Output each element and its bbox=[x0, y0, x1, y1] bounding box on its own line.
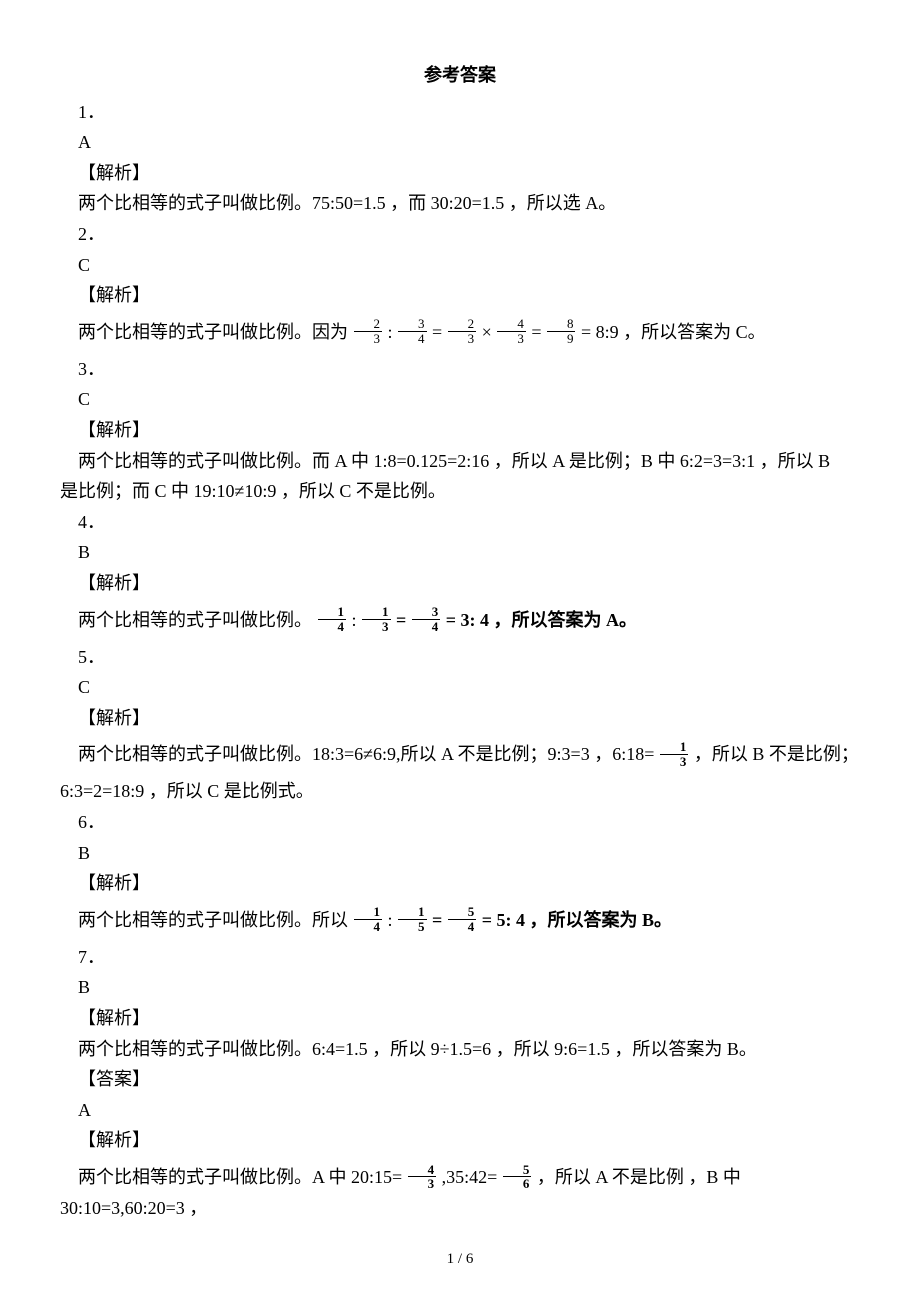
q8-explanation: 两个比相等的式子叫做比例。A 中 20:15= 43 ,35:42= 56 ，所… bbox=[60, 1162, 860, 1224]
fraction: 13 bbox=[362, 605, 391, 633]
q4-text-a: 两个比相等的式子叫做比例。 bbox=[78, 610, 312, 630]
q2-answer: C bbox=[60, 250, 860, 281]
q5-label: 【解析】 bbox=[60, 703, 860, 734]
colon: : bbox=[352, 610, 357, 630]
q6-number: 6． bbox=[60, 807, 860, 838]
fraction: 43 bbox=[408, 1163, 437, 1191]
equals: = bbox=[432, 322, 442, 342]
q1-answer: A bbox=[60, 127, 860, 158]
colon: : bbox=[388, 322, 393, 342]
page: 参考答案 1． A 【解析】 两个比相等的式子叫做比例。75:50=1.5 ，而… bbox=[0, 0, 920, 1302]
q6-explanation: 两个比相等的式子叫做比例。所以 14 : 15 = 54 = 5: 4 ，所以答… bbox=[60, 905, 860, 936]
q6-answer: B bbox=[60, 838, 860, 869]
q8-label: 【解析】 bbox=[60, 1125, 860, 1156]
q5-text-a: 两个比相等的式子叫做比例。18:3=6≠6:9,所以 A 不是比例；9:3=3 … bbox=[78, 744, 654, 764]
q4-explanation: 两个比相等的式子叫做比例。 14 : 13 = 34 = 3: 4 ，所以答案为… bbox=[60, 605, 860, 636]
q6-label: 【解析】 bbox=[60, 868, 860, 899]
q3-number: 3． bbox=[60, 354, 860, 385]
q1-explanation: 两个比相等的式子叫做比例。75:50=1.5 ，而 30:20=1.5 ，所以选… bbox=[60, 188, 860, 219]
q2-label: 【解析】 bbox=[60, 280, 860, 311]
q5-explanation-line2: 6:3=2=18:9 ，所以 C 是比例式。 bbox=[60, 776, 860, 807]
q2-number: 2． bbox=[60, 219, 860, 250]
q3-label: 【解析】 bbox=[60, 415, 860, 446]
q7-answer: B bbox=[60, 972, 860, 1003]
q5-number: 5． bbox=[60, 642, 860, 673]
fraction: 89 bbox=[547, 317, 576, 345]
q3-answer: C bbox=[60, 384, 860, 415]
q5-explanation-line1: 两个比相等的式子叫做比例。18:3=6≠6:9,所以 A 不是比例；9:3=3 … bbox=[60, 739, 860, 770]
fraction: 23 bbox=[354, 317, 383, 345]
q4-answer: B bbox=[60, 537, 860, 568]
q7-number: 7． bbox=[60, 942, 860, 973]
q2-text-a: 两个比相等的式子叫做比例。因为 bbox=[78, 322, 348, 342]
q8-text-a: 两个比相等的式子叫做比例。A 中 20:15= bbox=[78, 1167, 402, 1187]
q6-text-a: 两个比相等的式子叫做比例。所以 bbox=[78, 910, 348, 930]
fraction: 56 bbox=[503, 1163, 532, 1191]
q2-explanation: 两个比相等的式子叫做比例。因为 23 : 34 = 23 × 43 = 89 =… bbox=[60, 317, 860, 348]
q3-explanation-line1: 两个比相等的式子叫做比例。而 A 中 1:8=0.125=2:16 ，所以 A … bbox=[60, 446, 860, 477]
equals: = bbox=[396, 610, 411, 630]
q8-answer: A bbox=[60, 1095, 860, 1126]
q4-label: 【解析】 bbox=[60, 568, 860, 599]
q1-label: 【解析】 bbox=[60, 158, 860, 189]
q4-text-b: = 3: 4 ，所以答案为 A。 bbox=[446, 610, 637, 630]
q8-mid: ,35:42= bbox=[442, 1167, 498, 1187]
q3-explanation-line2: 是比例；而 C 中 19:10≠10:9 ，所以 C 不是比例。 bbox=[60, 476, 860, 507]
q6-text-b: = 5: 4 ，所以答案为 B。 bbox=[482, 910, 672, 930]
q5-answer: C bbox=[60, 672, 860, 703]
times: × bbox=[482, 322, 492, 342]
fraction: 34 bbox=[412, 605, 441, 633]
equals: = bbox=[581, 322, 591, 342]
fraction: 43 bbox=[497, 317, 526, 345]
page-number: 1 / 6 bbox=[0, 1247, 920, 1273]
fraction: 13 bbox=[660, 740, 689, 768]
colon: : bbox=[388, 910, 393, 930]
q5-text-b: ，所以 B 不是比例； bbox=[694, 744, 859, 764]
q7-label: 【解析】 bbox=[60, 1003, 860, 1034]
q7-explanation: 两个比相等的式子叫做比例。6:4=1.5 ，所以 9÷1.5=6 ，所以 9:6… bbox=[60, 1034, 860, 1065]
fraction: 34 bbox=[398, 317, 427, 345]
fraction: 54 bbox=[448, 905, 477, 933]
fraction: 15 bbox=[398, 905, 427, 933]
fraction: 14 bbox=[318, 605, 347, 633]
equals: = bbox=[531, 322, 541, 342]
q1-number: 1． bbox=[60, 97, 860, 128]
q8-answer-label: 【答案】 bbox=[60, 1064, 860, 1095]
page-title: 参考答案 bbox=[60, 60, 860, 91]
q2-text-b: 8:9 ，所以答案为 C。 bbox=[596, 322, 766, 342]
fraction: 14 bbox=[354, 905, 383, 933]
fraction: 23 bbox=[448, 317, 477, 345]
equals: = bbox=[432, 910, 447, 930]
q4-number: 4． bbox=[60, 507, 860, 538]
